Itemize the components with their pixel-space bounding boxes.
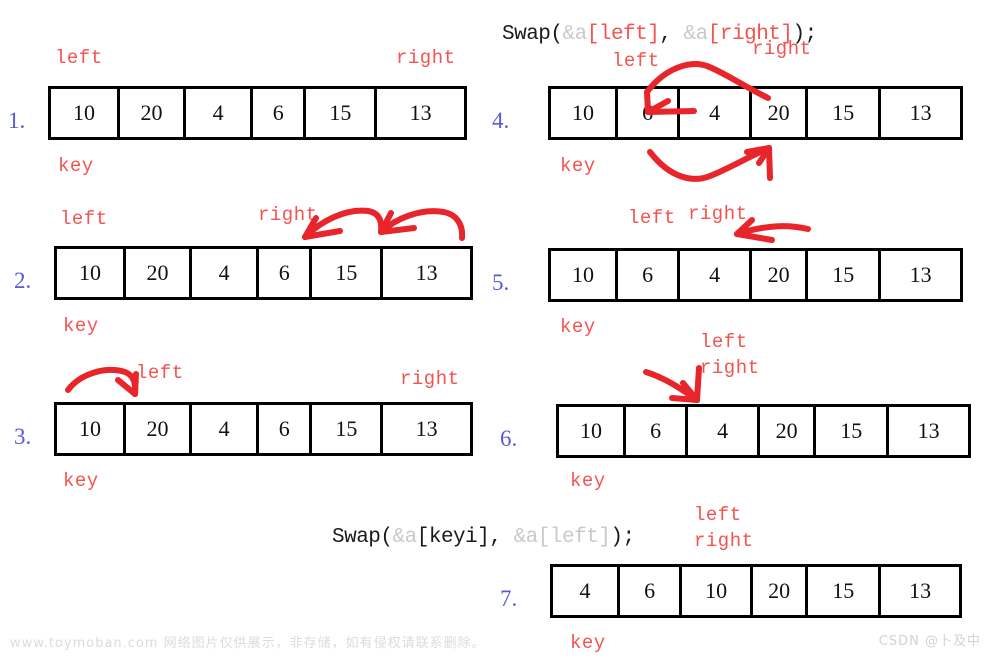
array-row: 10 20 4 6 15 13: [54, 402, 473, 456]
code-token: ,: [659, 23, 684, 46]
label-left: left: [628, 207, 676, 229]
array-cell: 20: [126, 249, 193, 297]
code-line-swap-keyi-left: Swap(&a[keyi], &a[left]);: [332, 526, 635, 549]
label-right: right: [752, 38, 812, 60]
array-cell: 15: [808, 89, 882, 137]
array-cell: 6: [620, 567, 683, 615]
array-cell: 20: [752, 251, 809, 299]
code-token: [keyi]: [416, 526, 490, 549]
array-cell: 10: [51, 89, 120, 137]
array-cell: 20: [752, 89, 809, 137]
arrow-right-scan-2: [378, 208, 466, 241]
array-row: 10 6 4 20 15 13: [548, 86, 963, 140]
array-cell: 10: [559, 407, 627, 455]
array-cell: 6: [626, 407, 689, 455]
array-cell: 13: [409, 100, 432, 125]
array-cell: 20: [760, 407, 817, 455]
array-cell: 13: [415, 260, 438, 285]
step-number: 3.: [14, 424, 32, 449]
arrow-left-advance-step3: [65, 367, 139, 397]
diagram-canvas: 1. 10 20 4 6 15 13 left right key 2. 10 …: [0, 0, 993, 659]
array-cell: 10: [57, 405, 126, 453]
array-cell: 15: [312, 249, 384, 297]
label-left: left: [60, 208, 108, 230]
array-cell: 20: [120, 89, 187, 137]
array-cell: 4: [192, 405, 260, 453]
array-cell: 4: [688, 407, 761, 455]
watermark-right: CSDN @卜及中: [878, 634, 981, 649]
array-cell: 13: [917, 418, 940, 443]
array-cell: 15: [808, 567, 882, 615]
array-cell: 10: [551, 89, 619, 137]
array-cell: 10: [57, 249, 126, 297]
array-cell: 4: [553, 567, 621, 615]
code-token: &a: [392, 526, 418, 549]
code-token: ,: [489, 526, 514, 549]
code-token: &a: [683, 23, 709, 46]
array-cell: 4: [192, 249, 260, 297]
array-cell: 15: [816, 407, 890, 455]
step-number: 7.: [500, 586, 518, 611]
step-number: 1.: [8, 108, 26, 133]
code-token: [left]: [586, 23, 660, 46]
label-right: right: [694, 530, 754, 552]
array-cell: 6: [259, 249, 313, 297]
label-left: left: [694, 504, 742, 526]
array-cell: 4: [186, 89, 254, 137]
array-cell: 13: [909, 100, 932, 125]
label-key: key: [58, 155, 94, 177]
code-token: Swap(: [332, 526, 393, 549]
step-number: 6.: [500, 426, 518, 451]
label-key: key: [560, 316, 596, 338]
array-cell: 15: [306, 89, 378, 137]
array-row: 10 20 4 6 15 13: [48, 86, 467, 140]
array-cell: 10: [682, 567, 754, 615]
array-cell: 10: [551, 251, 619, 299]
array-cell: 6: [618, 251, 681, 299]
arrow-right-move-step5: [734, 217, 811, 243]
array-cell: 6: [253, 89, 307, 137]
label-key: key: [570, 470, 606, 492]
label-right: right: [396, 47, 456, 69]
label-right: right: [688, 203, 748, 225]
label-left: left: [136, 362, 184, 384]
label-key: key: [63, 315, 99, 337]
array-cell: 13: [415, 416, 438, 441]
array-row: 4 6 10 20 15 13: [550, 564, 962, 618]
array-cell: 20: [126, 405, 193, 453]
step-number: 2.: [14, 268, 32, 293]
array-cell: 4: [680, 89, 753, 137]
array-cell: 6: [259, 405, 313, 453]
code-token: &a: [513, 526, 539, 549]
label-key: key: [63, 470, 99, 492]
label-left: left: [612, 50, 660, 72]
code-token: [left]: [537, 526, 611, 549]
array-cell: 20: [753, 567, 809, 615]
watermark-left: www.toymoban.com 网络图片仅供展示，非存储，如有侵权请联系删除。: [10, 636, 486, 651]
array-cell: 15: [808, 251, 882, 299]
label-key: key: [570, 632, 606, 654]
array-cell: 4: [680, 251, 753, 299]
label-right: right: [258, 204, 318, 226]
arrow-left-move-step6: [643, 365, 702, 403]
array-cell: 6: [618, 89, 681, 137]
code-token: Swap(: [502, 23, 563, 46]
array-row: 10 6 4 20 15 13: [556, 404, 971, 458]
label-right: right: [400, 368, 460, 390]
array-row: 10 20 4 6 15 13: [54, 246, 473, 300]
array-row: 10 6 4 20 15 13: [548, 248, 963, 302]
array-cell: 13: [909, 262, 932, 287]
step-number: 5.: [492, 270, 510, 295]
label-left: left: [700, 331, 748, 353]
code-token: &a: [562, 23, 588, 46]
array-cell: 13: [909, 578, 932, 603]
label-left: left: [55, 47, 103, 69]
array-cell: 15: [312, 405, 384, 453]
code-token: );: [610, 526, 635, 549]
arrow-swap-bottom: [647, 145, 773, 182]
label-key: key: [560, 155, 596, 177]
step-number: 4.: [492, 108, 510, 133]
label-right: right: [700, 357, 760, 379]
